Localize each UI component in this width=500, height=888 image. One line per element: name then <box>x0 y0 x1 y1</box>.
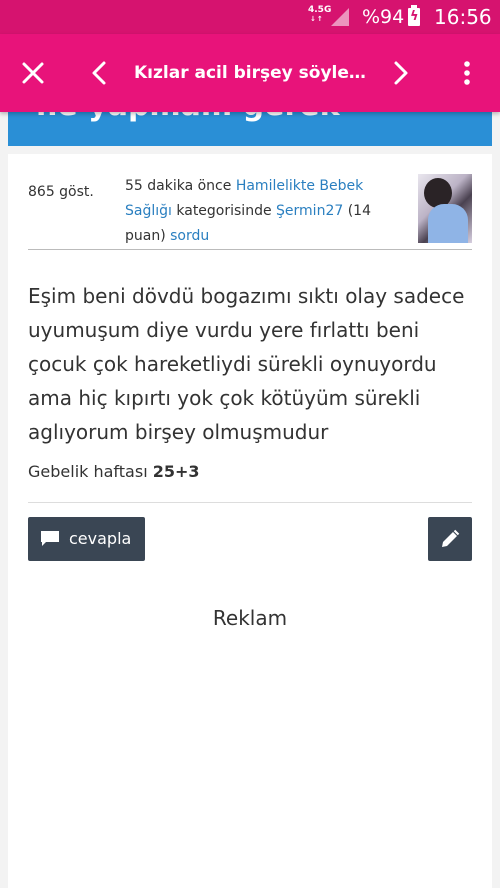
divider <box>28 249 472 250</box>
post-time: 55 dakika önce <box>125 178 232 194</box>
view-count: 865 göst. <box>28 184 94 200</box>
comment-icon <box>40 530 60 546</box>
edit-button[interactable] <box>428 517 472 561</box>
chevron-left-icon[interactable] <box>88 58 112 88</box>
app-toolbar: Kızlar acil birşey söyleyin... <box>0 34 500 112</box>
question-body: Eşim beni dövdü bogazımı sıktı olay sade… <box>28 284 465 444</box>
more-vert-icon[interactable] <box>456 58 478 88</box>
category-suffix: kategorisinde <box>176 203 272 219</box>
action-link[interactable]: sordu <box>170 228 209 244</box>
question-card: 865 göst. 55 dakika önce Hamilelikte Beb… <box>8 154 492 888</box>
status-bar: 4.5G ↓↑ %94 ϟ 16:56 <box>0 0 500 34</box>
pencil-icon <box>442 529 460 547</box>
question-meta: 55 dakika önce Hamilelikte Bebek Sağlığı… <box>125 174 405 249</box>
ad-label: Reklam <box>212 606 288 630</box>
divider <box>28 502 472 503</box>
reply-button-label: cevapla <box>69 529 132 548</box>
week-label: Gebelik haftası <box>28 462 148 481</box>
pregnancy-week: Gebelik haftası 25+3 <box>28 462 200 481</box>
week-value: 25+3 <box>152 462 200 481</box>
signal-icon <box>331 8 349 26</box>
close-icon[interactable] <box>18 58 48 88</box>
battery-charging-icon: ϟ <box>408 5 420 26</box>
battery-percent: %94 <box>362 6 405 28</box>
author-link[interactable]: Şermin27 <box>276 203 343 219</box>
status-clock: 16:56 <box>434 5 492 29</box>
reply-button[interactable]: cevapla <box>28 517 145 561</box>
network-indicator: 4.5G ↓↑ <box>308 5 332 24</box>
toolbar-title: Kızlar acil birşey söyleyin... <box>134 63 374 83</box>
chevron-right-icon[interactable] <box>388 58 412 88</box>
avatar[interactable] <box>418 174 472 243</box>
